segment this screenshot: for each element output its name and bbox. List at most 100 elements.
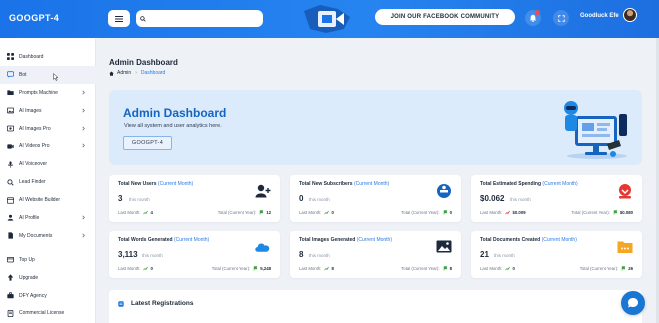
card-last-month: Last Month: 8 xyxy=(299,266,334,271)
card-title: Total Documents Created (Current Month) xyxy=(480,237,577,243)
stat-card-new-users: Total New Users (Current Month) 3 this m… xyxy=(109,175,280,222)
profile-icon xyxy=(7,214,14,222)
hamburger-icon xyxy=(115,15,123,22)
hero-banner: Admin Dashboard View all system and user… xyxy=(109,90,642,165)
sidebar-item-prompts-machine[interactable]: Prompts Machine xyxy=(0,84,96,102)
sidebar-item-dashboard[interactable]: Dashboard xyxy=(0,48,96,66)
search-box[interactable] xyxy=(136,10,263,27)
sidebar-item-label: DFY Agency xyxy=(19,292,47,299)
topup-icon xyxy=(7,256,14,263)
sidebar-item-ai-profile[interactable]: AI Profile xyxy=(0,209,96,227)
flag-icon xyxy=(253,266,258,271)
card-title: Total Estimated Spending (Current Month) xyxy=(480,181,578,187)
sidebar-item-upgrade[interactable]: Upgrade xyxy=(0,269,96,287)
breadcrumb: Admin › Dashboard xyxy=(109,70,165,76)
sidebar-item-label: AI Voiceover xyxy=(19,161,48,168)
breadcrumb-current: Dashboard xyxy=(140,70,166,76)
chevron-right-icon xyxy=(82,90,85,95)
stat-card-documents-created: Total Documents Created (Current Month) … xyxy=(471,231,642,278)
sidebar-item-ai-website-builder[interactable]: AI Website Builder xyxy=(0,191,96,209)
sidebar-item-dfy-agency[interactable]: DFY Agency xyxy=(0,287,96,305)
chat-widget-button[interactable] xyxy=(621,291,645,315)
page-title: Admin Dashboard xyxy=(109,58,178,67)
home-icon xyxy=(109,71,114,76)
card-title: Total Images Generated (Current Month) xyxy=(299,237,393,243)
agency-icon xyxy=(7,292,14,299)
sidebar-item-ai-videos-pro[interactable]: AI Videos Pro xyxy=(0,137,96,155)
chevron-right-icon xyxy=(82,233,85,238)
card-title: Total Words Generated (Current Month) xyxy=(118,237,210,243)
sidebar-item-ai-voiceover[interactable]: AI Voiceover xyxy=(0,155,96,173)
folder-icon xyxy=(616,238,633,255)
flag-icon xyxy=(443,266,448,271)
bell-icon xyxy=(529,14,537,22)
menu-toggle-button[interactable] xyxy=(108,10,130,27)
hero-title: Admin Dashboard xyxy=(123,106,227,120)
license-icon xyxy=(7,309,14,317)
sidebar-item-bot[interactable]: Bot xyxy=(0,65,96,84)
notification-dot xyxy=(535,10,540,15)
voice-icon xyxy=(7,161,14,168)
chevron-right-icon xyxy=(82,108,85,113)
chevron-right-icon xyxy=(82,143,85,148)
latest-registrations-panel: Latest Registrations xyxy=(109,290,642,323)
video-icon xyxy=(7,143,14,150)
website-icon xyxy=(7,196,14,204)
notifications-button[interactable] xyxy=(525,10,541,26)
sidebar-item-top-up[interactable]: Top Up xyxy=(0,251,96,269)
hero-brand-button[interactable]: GOOGPT-4 xyxy=(123,136,172,150)
sidebar-item-label: AI Images xyxy=(19,107,42,114)
card-title: Total New Subscribers (Current Month) xyxy=(299,181,390,187)
sidebar-item-label: AI Videos Pro xyxy=(19,143,50,150)
facebook-community-button[interactable]: JOIN OUR FACEBOOK COMMUNITY xyxy=(375,9,515,25)
sidebar-item-label: Commercial License xyxy=(19,310,65,317)
brand-logo[interactable]: GOOGPT-4 xyxy=(9,13,59,23)
subscriber-icon xyxy=(435,182,452,199)
sidebar-item-lead-finder[interactable]: Lead Finder xyxy=(0,173,96,191)
card-period: this month xyxy=(510,197,531,202)
sidebar-item-label: Upgrade xyxy=(19,274,39,281)
image-icon xyxy=(435,238,452,255)
sidebar-item-ai-images-pro[interactable]: AI Images Pro xyxy=(0,120,96,138)
latest-registrations-title: Latest Registrations xyxy=(131,300,194,307)
avatar[interactable] xyxy=(623,8,637,22)
trend-icon xyxy=(505,266,511,271)
money-icon xyxy=(616,182,633,199)
brand-area: GOOGPT-4 xyxy=(0,0,96,38)
sidebar-item-label: Prompts Machine xyxy=(19,89,58,96)
card-total-year: Total (Current Year): 8 xyxy=(401,266,452,271)
fullscreen-button[interactable] xyxy=(553,10,569,26)
sidebar-item-commercial-license[interactable]: Commercial License xyxy=(0,304,96,322)
search-input[interactable] xyxy=(149,15,249,22)
trend-icon xyxy=(143,266,149,271)
hero-subtitle: View all system and user analytics here. xyxy=(124,123,222,129)
flag-icon xyxy=(259,210,264,215)
card-last-month: Last Month: 0 xyxy=(299,210,334,215)
sidebar-item-ai-images[interactable]: AI Images xyxy=(0,102,96,120)
sidebar-item-label: AI Images Pro xyxy=(19,125,51,132)
lead-icon xyxy=(7,179,14,186)
card-last-month: Last Month: 4 xyxy=(118,210,153,215)
trend-icon xyxy=(324,266,330,271)
card-total-year: Total (Current Year): 5,248 xyxy=(211,266,271,271)
sidebar-item-label: Top Up xyxy=(19,256,35,263)
breadcrumb-home[interactable]: Admin xyxy=(117,70,131,76)
folder-icon xyxy=(7,89,14,96)
flag-icon xyxy=(621,266,626,271)
grid-icon xyxy=(7,53,14,61)
sidebar-item-label: Dashboard xyxy=(19,53,44,60)
image-pro-icon xyxy=(7,125,14,132)
sidebar-item-label: AI Profile xyxy=(19,214,40,221)
card-value: 8 xyxy=(299,250,304,259)
image-icon xyxy=(7,107,14,114)
top-bar: GOOGPT-4 JOIN OUR FACEBOOK COMMUNITY Goo… xyxy=(0,0,659,38)
sidebar-item-my-documents[interactable]: My Documents xyxy=(0,227,96,245)
user-plus-icon xyxy=(254,182,271,199)
card-period: this month xyxy=(494,253,515,258)
user-name[interactable]: Goodluck Efe xyxy=(580,13,619,19)
flag-icon xyxy=(443,210,448,215)
card-last-month: Last Month: 0 xyxy=(118,266,153,271)
promo-graphic xyxy=(304,5,350,33)
breadcrumb-separator: › xyxy=(135,70,137,76)
sidebar-item-label: Lead Finder xyxy=(19,179,46,186)
